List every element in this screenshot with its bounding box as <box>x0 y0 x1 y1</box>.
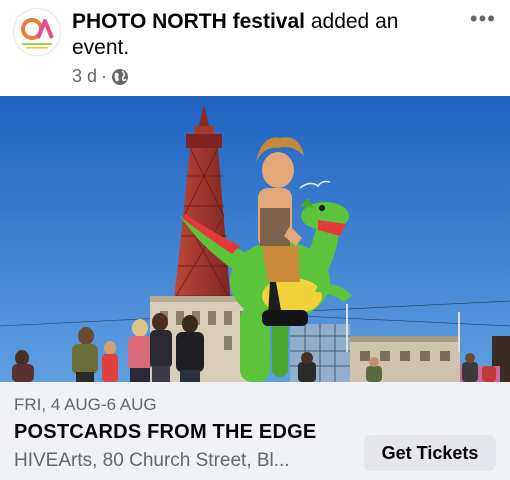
event-title[interactable]: POSTCARDS FROM THE EDGE <box>14 421 316 444</box>
page-avatar[interactable] <box>13 8 61 56</box>
author-name[interactable]: PHOTO NORTH festival <box>72 10 305 33</box>
event-location: HIVEArts, 80 Church Street, Bl... <box>14 450 290 471</box>
post-header: PHOTO NORTH festival added an event. 3 d… <box>0 0 510 96</box>
event-details[interactable]: FRI, 4 AUG-6 AUG POSTCARDS FROM THE EDGE… <box>0 382 510 480</box>
globe-icon <box>111 68 129 86</box>
post-meta: 3 d · <box>72 66 129 87</box>
meta-separator: · <box>101 66 108 86</box>
photo-north-logo <box>21 18 54 49</box>
event-date: FRI, 4 AUG-6 AUG <box>14 395 157 414</box>
more-horizontal-icon[interactable]: ••• <box>470 6 496 32</box>
post-timestamp[interactable]: 3 d <box>72 66 97 87</box>
get-tickets-button[interactable]: Get Tickets <box>364 435 496 471</box>
event-photo-illustration <box>0 96 510 382</box>
post-title: PHOTO NORTH festival added an event. <box>72 9 442 61</box>
event-cover-photo[interactable] <box>0 96 510 382</box>
